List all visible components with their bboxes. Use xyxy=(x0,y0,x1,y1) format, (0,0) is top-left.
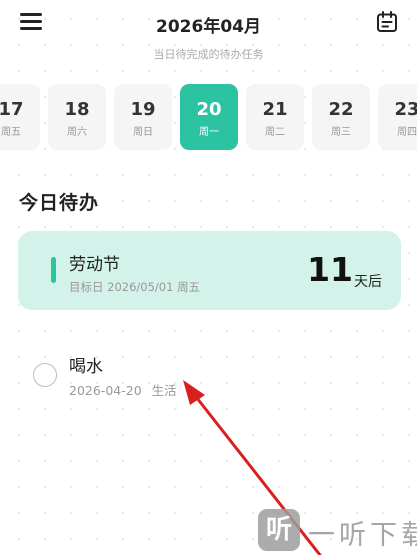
date-item[interactable]: 19 周日 xyxy=(114,84,172,150)
task-item[interactable]: 喝水 2026-04-20 生活 xyxy=(0,340,417,410)
event-accent-bar xyxy=(51,257,56,283)
date-number: 23 xyxy=(394,99,417,120)
date-weekday: 周一 xyxy=(199,127,219,138)
task-meta: 2026-04-20 生活 xyxy=(69,380,177,399)
month-title[interactable]: 2026年04月 xyxy=(0,12,417,37)
event-days-count: 11 xyxy=(307,250,353,289)
task-tag: 生活 xyxy=(151,383,177,398)
watermark: 听 一听下载 xyxy=(258,509,417,555)
date-item[interactable]: 17 周五 xyxy=(0,84,40,150)
date-number: 21 xyxy=(262,99,288,120)
section-title: 今日待办 xyxy=(19,192,100,214)
date-weekday: 周三 xyxy=(331,127,351,138)
event-name: 劳动节 xyxy=(69,255,120,275)
date-strip: 17 周五 18 周六 19 周日 20 周一 21 周二 22 周三 23 周… xyxy=(0,84,417,150)
calendar-icon[interactable] xyxy=(376,11,398,33)
date-number: 20 xyxy=(196,99,222,120)
task-checkbox[interactable] xyxy=(33,363,57,387)
task-name: 喝水 xyxy=(69,357,103,377)
watermark-text: 一听下载 xyxy=(308,520,417,551)
date-item[interactable]: 23 周四 xyxy=(378,84,417,150)
date-number: 18 xyxy=(64,99,90,120)
countdown-card[interactable]: 劳动节 目标日 2026/05/01 周五 11 天后 xyxy=(18,231,401,310)
date-number: 19 xyxy=(130,99,156,120)
date-weekday: 周六 xyxy=(67,127,87,138)
date-number: 22 xyxy=(328,99,354,120)
date-item[interactable]: 22 周三 xyxy=(312,84,370,150)
date-item-selected[interactable]: 20 周一 xyxy=(180,84,238,150)
header-subtitle: 当日待完成的待办任务 xyxy=(153,48,264,61)
date-weekday: 周日 xyxy=(133,127,153,138)
date-weekday: 周四 xyxy=(397,127,417,138)
date-item[interactable]: 18 周六 xyxy=(48,84,106,150)
date-number: 17 xyxy=(0,99,24,120)
task-date: 2026-04-20 xyxy=(69,383,142,398)
event-target-date: 目标日 2026/05/01 周五 xyxy=(69,280,201,294)
date-item[interactable]: 21 周二 xyxy=(246,84,304,150)
watermark-logo: 听 xyxy=(258,509,300,551)
date-weekday: 周二 xyxy=(265,127,285,138)
event-days-unit: 天后 xyxy=(354,274,382,290)
app-header: 2026年04月 当日待完成的待办任务 xyxy=(0,0,417,70)
date-weekday: 周五 xyxy=(1,127,21,138)
